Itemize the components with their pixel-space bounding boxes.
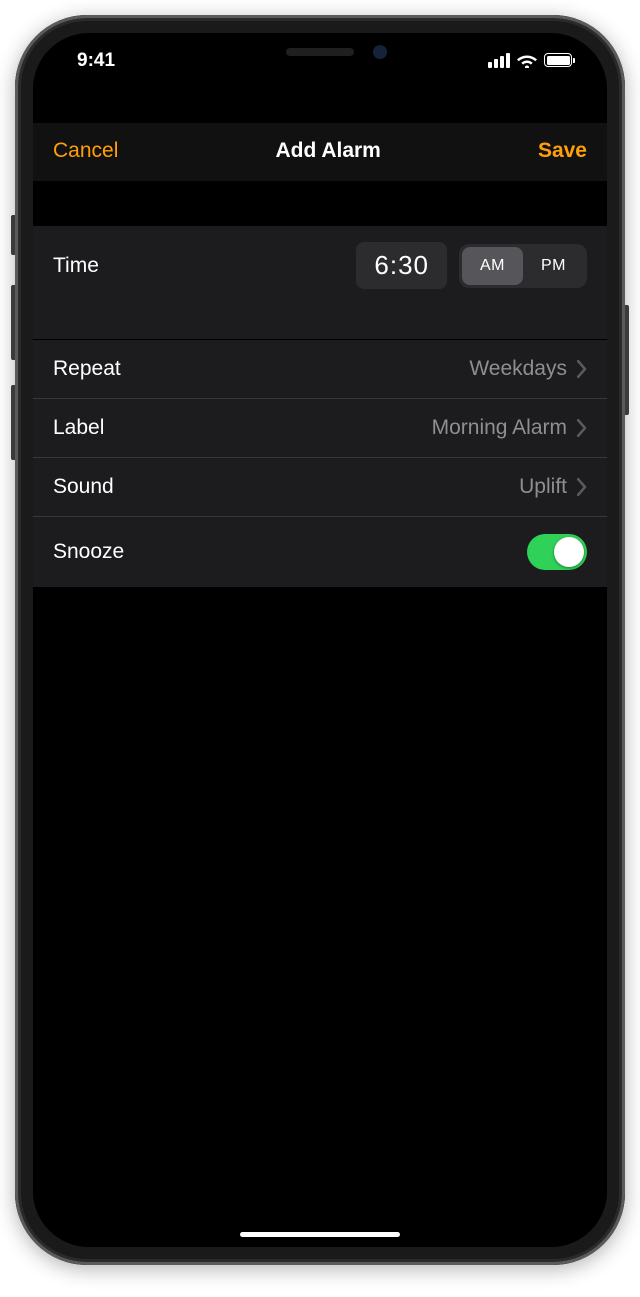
screen: 9:41 Cancel Add Alarm Save [33,33,607,1247]
repeat-row[interactable]: Repeat Weekdays [33,340,607,399]
time-section: Time 6:30 AM PM [33,226,607,339]
chevron-right-icon [577,360,587,378]
time-row: Time 6:30 AM PM [33,226,607,339]
repeat-value: Weekdays [469,357,567,381]
cellular-icon [488,53,510,68]
status-icons [488,49,577,68]
snooze-row: Snooze [33,517,607,587]
page-title: Add Alarm [275,139,380,163]
snooze-toggle[interactable] [527,534,587,570]
notch [195,33,445,71]
home-indicator[interactable] [240,1232,400,1237]
mute-switch [11,215,15,255]
status-time: 9:41 [63,44,115,72]
sound-value: Uplift [519,475,567,499]
pm-option[interactable]: PM [523,247,584,285]
volume-down-button [11,385,15,460]
toggle-knob [554,537,584,567]
sound-label: Sound [53,475,114,499]
device-frame: 9:41 Cancel Add Alarm Save [15,15,625,1265]
options-section: Repeat Weekdays Label Morning Alarm [33,340,607,587]
sound-row[interactable]: Sound Uplift [33,458,607,517]
time-label: Time [53,254,99,278]
time-input[interactable]: 6:30 [356,242,447,289]
speaker-grille [286,48,354,56]
time-controls: 6:30 AM PM [356,242,587,289]
label-row[interactable]: Label Morning Alarm [33,399,607,458]
front-camera [373,45,387,59]
chevron-right-icon [577,419,587,437]
nav-bar: Cancel Add Alarm Save [33,123,607,181]
chevron-right-icon [577,478,587,496]
ampm-toggle[interactable]: AM PM [459,244,587,288]
wifi-icon [517,53,537,68]
save-button[interactable]: Save [538,139,587,163]
power-button [625,305,629,415]
repeat-label: Repeat [53,357,121,381]
label-value: Morning Alarm [432,416,567,440]
snooze-label: Snooze [53,540,124,564]
content: Cancel Add Alarm Save Time 6:30 AM PM [33,83,607,1247]
battery-icon [544,53,575,67]
cancel-button[interactable]: Cancel [53,139,118,163]
am-option[interactable]: AM [462,247,523,285]
volume-up-button [11,285,15,360]
label-label: Label [53,416,104,440]
